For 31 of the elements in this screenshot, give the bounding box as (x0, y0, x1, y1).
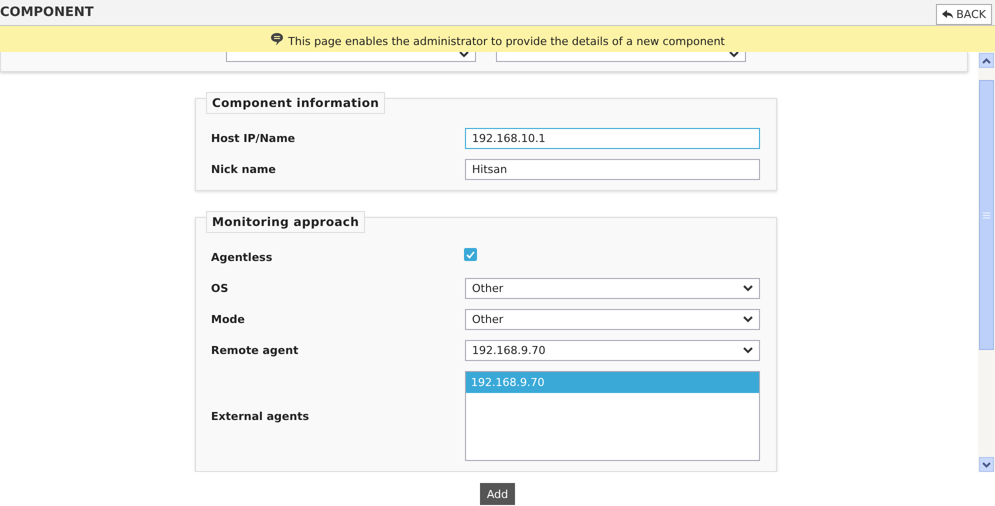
section-title: Monitoring approach (206, 211, 366, 233)
chevron-down-icon (459, 52, 469, 58)
section-title: Component information (206, 92, 386, 114)
checkbox[interactable] (464, 248, 477, 261)
banner-message: This page enables the administrator to provide the details of a new component (288, 34, 725, 48)
chevron-down-icon (743, 316, 753, 323)
chevron-down-icon (743, 285, 753, 292)
field-label: OS (211, 282, 228, 295)
field-label: Host IP/Name (211, 132, 296, 145)
dropdown[interactable]: 192.168.9.70 (465, 340, 760, 361)
chevron-down-icon (729, 52, 739, 58)
back-button[interactable]: BACK (936, 4, 992, 25)
dropdown[interactable]: Other (465, 278, 760, 299)
scrollbar-thumb[interactable] (979, 80, 994, 350)
speech-bubble-icon (270, 32, 284, 46)
field-label: Agentless (211, 251, 272, 264)
page-title: COMPONENT (0, 5, 94, 20)
field-label: Remote agent (211, 344, 298, 357)
add-button[interactable]: Add (480, 483, 516, 505)
dropdown[interactable] (496, 52, 746, 62)
back-arrow-icon (942, 10, 954, 19)
text-field[interactable]: 192.168.10.1 (465, 128, 760, 149)
scroll-up-icon[interactable] (979, 53, 994, 68)
text-field[interactable]: Hitsan (465, 159, 760, 180)
dropdown[interactable] (226, 52, 476, 62)
scroll-down-icon[interactable] (979, 457, 994, 472)
field-label: Nick name (211, 163, 276, 176)
field-label: Mode (211, 313, 245, 326)
field-label: External agents (211, 410, 310, 422)
dropdown[interactable]: Other (465, 309, 760, 330)
chevron-down-icon (743, 347, 753, 354)
